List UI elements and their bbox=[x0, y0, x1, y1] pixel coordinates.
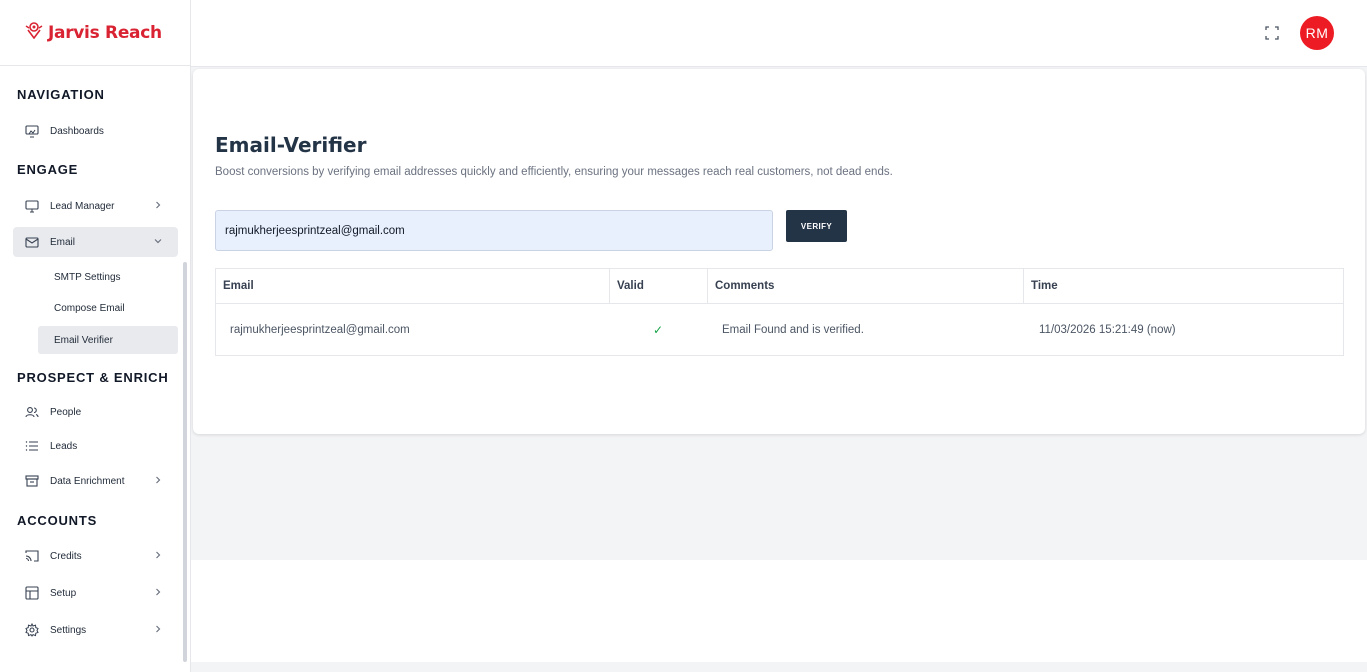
gear-icon bbox=[24, 622, 40, 638]
check-icon: ✓ bbox=[653, 323, 664, 337]
cell-comment: Email Found and is verified. bbox=[722, 324, 864, 336]
sidebar-item-label: Data Enrichment bbox=[50, 475, 125, 487]
chevron-right-icon bbox=[156, 588, 161, 596]
column-header-time: Time bbox=[1031, 280, 1058, 292]
sidebar-item-dashboards[interactable]: Dashboards bbox=[13, 116, 178, 146]
avatar[interactable]: RM bbox=[1300, 16, 1334, 50]
bottom-strip bbox=[191, 662, 1367, 672]
cast-icon bbox=[24, 548, 40, 564]
sidebar-item-label: Lead Manager bbox=[50, 200, 115, 212]
section-engage: ENGAGE bbox=[17, 162, 79, 177]
chevron-down-icon bbox=[154, 239, 162, 244]
sidebar-item-label: Setup bbox=[50, 587, 77, 599]
sidebar-item-label: Dashboards bbox=[50, 125, 104, 137]
sidebar-item-settings[interactable]: Settings bbox=[13, 615, 178, 645]
sidebar-item-label: Settings bbox=[50, 624, 87, 636]
list-icon bbox=[24, 438, 40, 454]
archive-icon bbox=[24, 473, 40, 489]
section-prospect: PROSPECT & ENRICH bbox=[17, 370, 169, 385]
cell-time: 11/03/2026 15:21:49 (now) bbox=[1039, 324, 1176, 336]
sidebar-item-label: Leads bbox=[50, 440, 78, 452]
column-header-email: Email bbox=[216, 269, 610, 303]
chevron-right-icon bbox=[156, 551, 161, 559]
sidebar-subitem-email-verifier[interactable]: Email Verifier bbox=[38, 326, 178, 354]
email-input[interactable]: rajmukherjeesprintzeal@gmail.com bbox=[215, 210, 773, 251]
logo[interactable]: Jarvis Reach bbox=[0, 0, 190, 66]
page-title: Email-Verifier bbox=[215, 133, 367, 157]
desktop-icon bbox=[24, 198, 40, 214]
sidebar-scrollbar[interactable] bbox=[183, 262, 187, 662]
verify-button[interactable]: VERIFY bbox=[786, 210, 847, 242]
email-verifier-card: Email-Verifier Boost conversions by veri… bbox=[193, 69, 1365, 434]
sidebar-subitem-compose-email[interactable]: Compose Email bbox=[38, 294, 178, 322]
chevron-right-icon bbox=[156, 625, 161, 633]
layout-icon bbox=[24, 585, 40, 601]
cell-email: rajmukherjeesprintzeal@gmail.com bbox=[230, 324, 410, 336]
chevron-right-icon bbox=[156, 201, 161, 209]
chevron-right-icon bbox=[156, 476, 161, 484]
sidebar-item-label: Email bbox=[50, 236, 76, 248]
top-header: RM bbox=[191, 0, 1367, 67]
sidebar-item-data-enrichment[interactable]: Data Enrichment bbox=[13, 466, 178, 496]
fullscreen-icon[interactable] bbox=[1265, 26, 1279, 40]
brand-name: Jarvis Reach bbox=[48, 22, 162, 43]
sidebar-item-people[interactable]: People bbox=[13, 397, 178, 427]
sidebar-item-lead-manager[interactable]: Lead Manager bbox=[13, 191, 178, 221]
section-accounts: ACCOUNTS bbox=[17, 513, 98, 528]
brand-logo-icon bbox=[25, 21, 43, 44]
sidebar: Jarvis Reach NAVIGATION Dashboards ENGAG… bbox=[0, 0, 191, 672]
sidebar-item-label: People bbox=[50, 406, 82, 418]
section-navigation: NAVIGATION bbox=[17, 87, 105, 102]
results-table: Email Valid Comments Time rajmukherjeesp… bbox=[215, 268, 1344, 356]
page-subtitle: Boost conversions by verifying email add… bbox=[215, 166, 893, 178]
sidebar-subitem-smtp-settings[interactable]: SMTP Settings bbox=[38, 263, 178, 291]
column-header-comments: Comments bbox=[708, 269, 1024, 303]
sidebar-item-leads[interactable]: Leads bbox=[13, 431, 178, 461]
sidebar-item-setup[interactable]: Setup bbox=[13, 578, 178, 608]
sidebar-item-credits[interactable]: Credits bbox=[13, 541, 178, 571]
sidebar-item-email[interactable]: Email bbox=[13, 227, 178, 257]
monitor-icon bbox=[24, 123, 40, 139]
sidebar-item-label: Credits bbox=[50, 550, 82, 562]
people-icon bbox=[24, 404, 40, 420]
mail-icon bbox=[24, 234, 40, 250]
column-header-valid: Valid bbox=[610, 269, 708, 303]
